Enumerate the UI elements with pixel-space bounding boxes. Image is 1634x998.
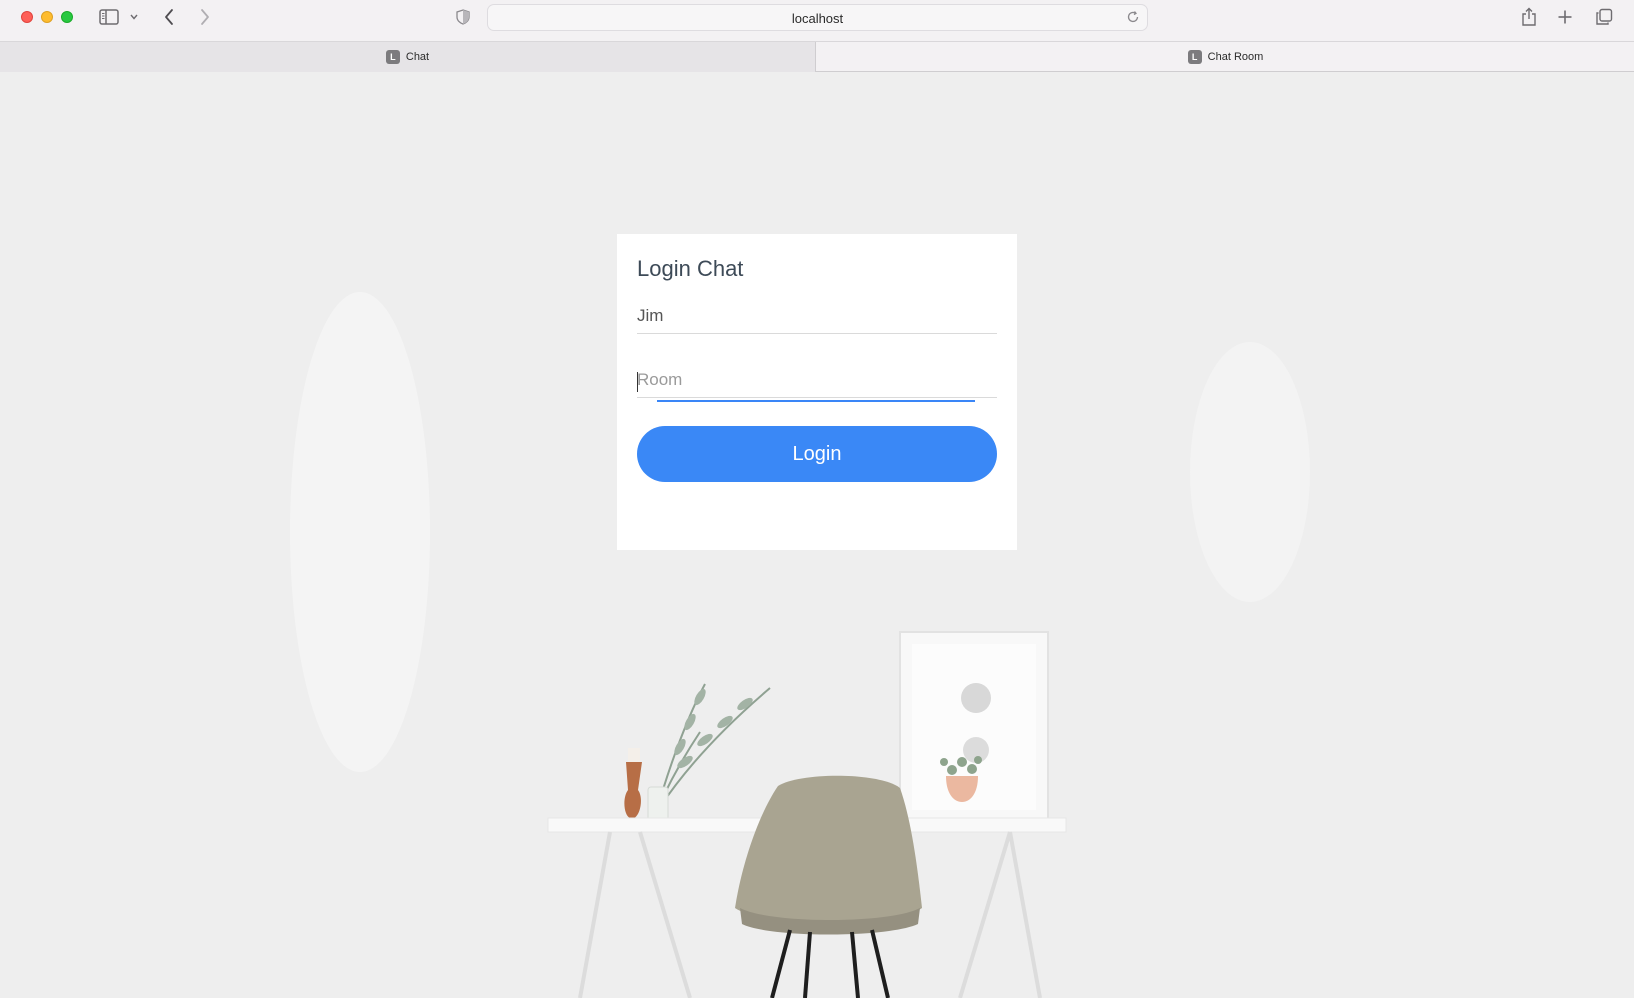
chevron-down-icon[interactable] — [128, 6, 140, 28]
login-title: Login Chat — [637, 256, 744, 281]
share-icon[interactable] — [1520, 6, 1538, 28]
tab-bar: L Chat L Chat Room — [0, 42, 1634, 72]
room-input-focus-underline — [657, 400, 975, 402]
room-input[interactable] — [637, 362, 997, 398]
browser-toolbar: localhost — [0, 0, 1634, 42]
login-card: Login Chat Login — [617, 234, 1017, 550]
address-bar[interactable]: localhost — [487, 4, 1148, 31]
back-arrow-icon[interactable] — [160, 6, 178, 28]
new-tab-plus-icon[interactable] — [1556, 6, 1574, 28]
forward-arrow-icon[interactable] — [196, 6, 214, 28]
reload-icon[interactable] — [1126, 10, 1140, 24]
tab-label: Chat Room — [1207, 51, 1264, 63]
tab-chat-room[interactable]: L Chat Room — [817, 42, 1634, 72]
site-favicon-icon: L — [385, 50, 400, 64]
tab-label: Chat — [405, 51, 430, 63]
tab-overview-icon[interactable] — [1594, 6, 1614, 28]
site-favicon-icon: L — [1187, 50, 1202, 64]
url-text: localhost — [791, 11, 844, 26]
sidebar-toggle-icon[interactable] — [98, 6, 120, 28]
login-button[interactable]: Login — [637, 426, 997, 482]
text-caret — [637, 372, 638, 392]
tab-chat[interactable]: L Chat — [0, 42, 816, 72]
minimize-window-button[interactable] — [41, 11, 53, 23]
maximize-window-button[interactable] — [61, 11, 73, 23]
name-input[interactable] — [637, 298, 997, 334]
page-content: Login Chat Login — [0, 72, 1634, 998]
close-window-button[interactable] — [21, 11, 33, 23]
privacy-shield-icon[interactable] — [455, 6, 471, 28]
